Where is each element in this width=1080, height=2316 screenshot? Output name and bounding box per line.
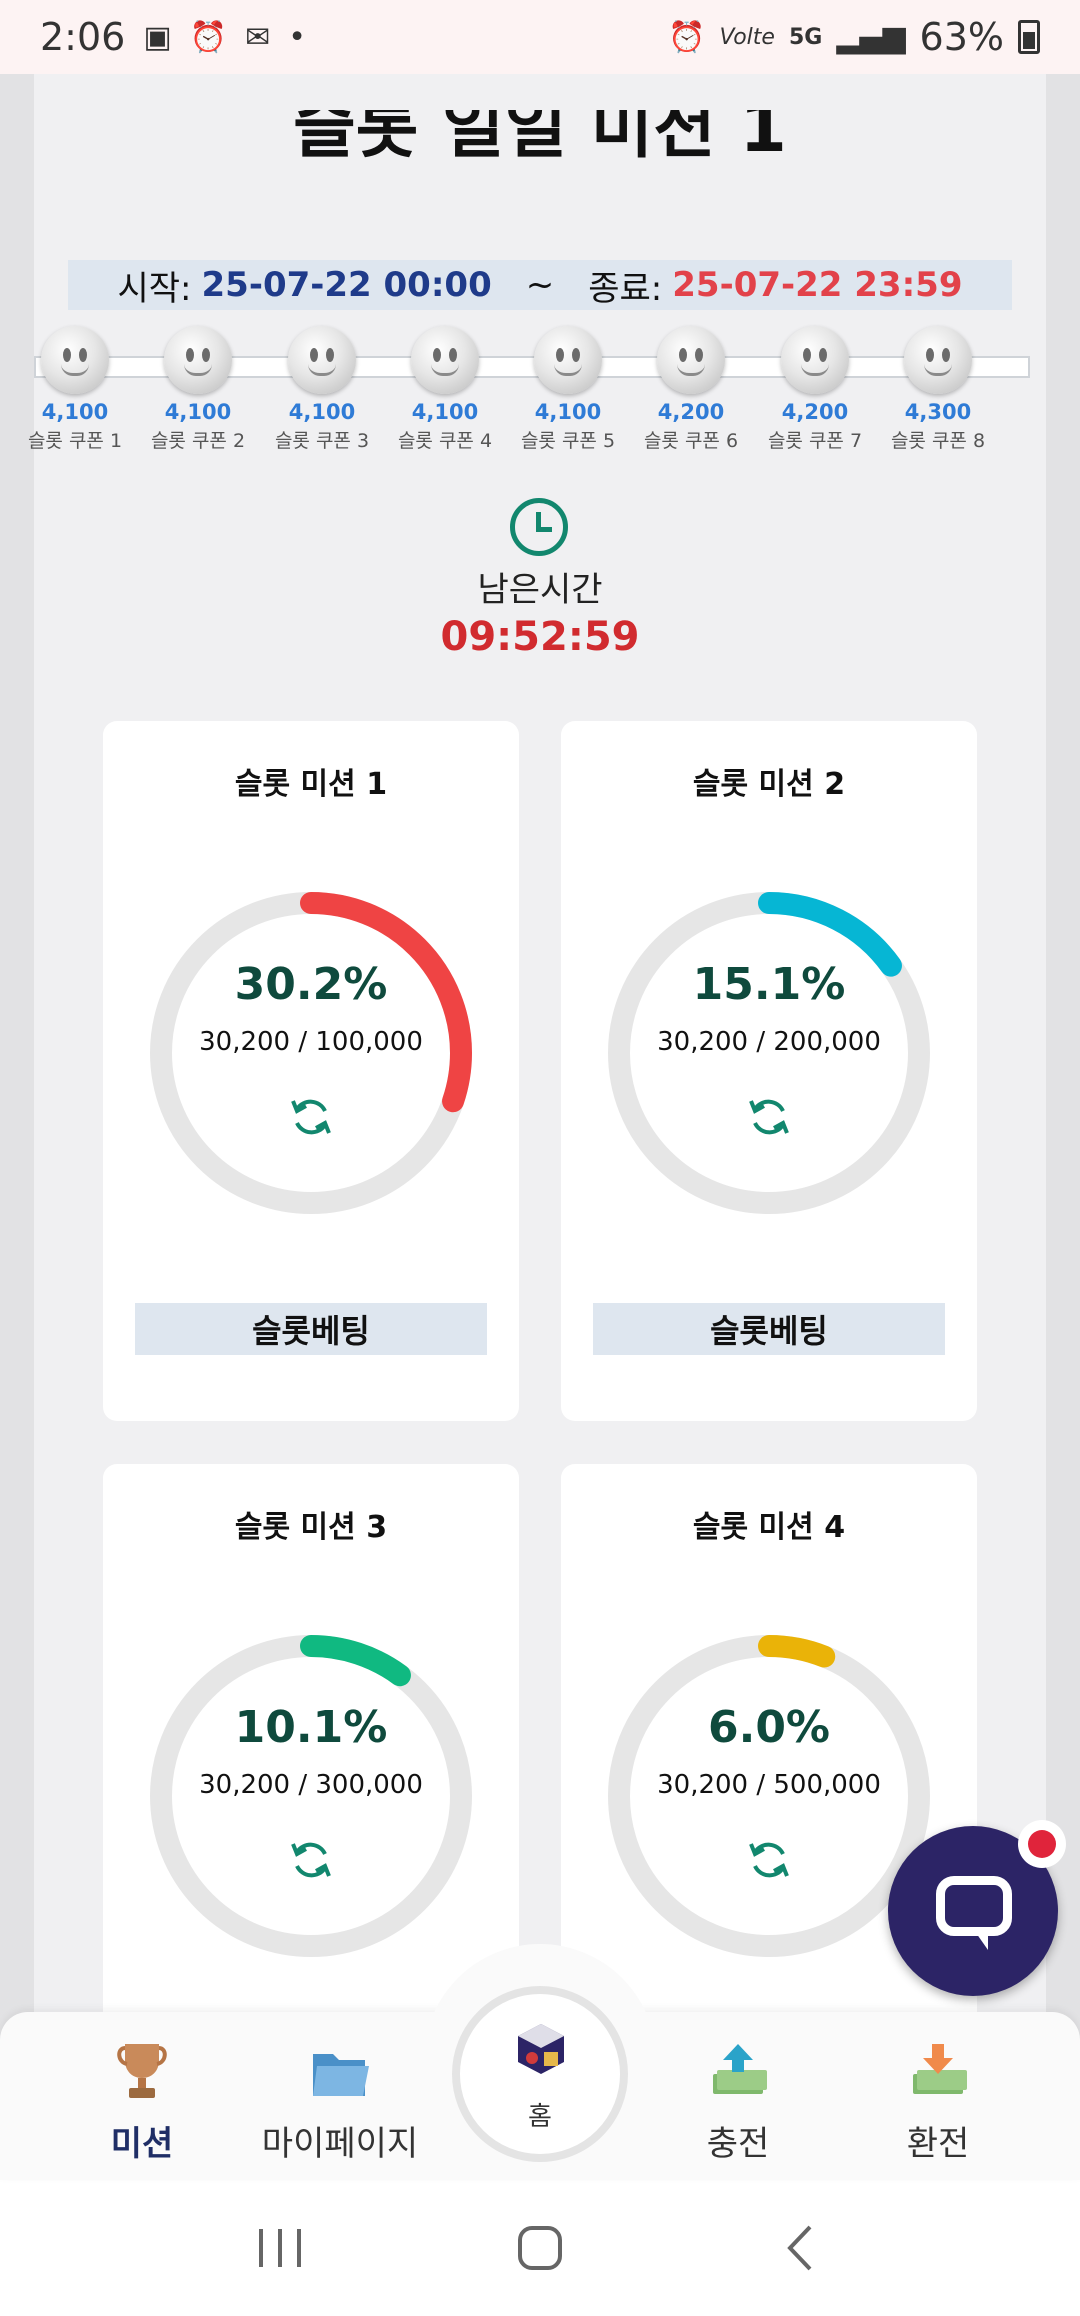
- coupon-amount: 4,200: [781, 400, 849, 424]
- progress-percent: 10.1%: [234, 1702, 388, 1753]
- start-label: 시작:: [117, 268, 192, 309]
- mission-title: 슬롯 미션 4: [692, 1510, 846, 1545]
- nav-home[interactable]: 홈: [424, 1944, 656, 2170]
- alarm-icon: ⏰: [668, 19, 706, 55]
- progress-ratio: 30,200 / 200,000: [657, 1027, 881, 1057]
- notification-icon: ✉: [245, 19, 271, 55]
- network-5g-icon: 5G: [788, 24, 823, 50]
- coupon-coin-icon: [657, 326, 725, 394]
- coupon-label: 슬롯 쿠폰 5: [520, 430, 616, 452]
- time-remaining-value: 09:52:59: [440, 614, 640, 660]
- coupon-amount: 4,100: [41, 400, 109, 424]
- coupon-amount: 4,100: [164, 400, 232, 424]
- coupon-amount: 4,200: [657, 400, 725, 424]
- coupon-coin-icon: [164, 326, 232, 394]
- coupon-label: 슬롯 쿠폰 6: [643, 430, 739, 452]
- time-remaining-label: 남은시간: [477, 570, 603, 610]
- folder-icon: [240, 2040, 440, 2102]
- coupon-label: 슬롯 쿠폰 4: [397, 430, 493, 452]
- coupon-item: 4,300 슬롯 쿠폰 8: [883, 326, 993, 453]
- end-label: 종료:: [588, 268, 663, 309]
- coupon-item: 4,200 슬롯 쿠폰 6: [636, 326, 746, 453]
- nav-exchange-label: 환전: [906, 2124, 970, 2164]
- coupon-coin-icon: [904, 326, 972, 394]
- coupon-label: 슬롯 쿠폰 1: [27, 430, 123, 452]
- coupon-item: 4,100 슬롯 쿠폰 5: [513, 326, 623, 453]
- coupon-label: 슬롯 쿠폰 3: [274, 430, 370, 452]
- mission-period: 시작: 25-07-22 00:00 ~ 종료: 25-07-22 23:59: [68, 260, 1012, 310]
- coupon-label: 슬롯 쿠폰 2: [150, 430, 246, 452]
- nav-charge-label: 충전: [706, 2124, 770, 2164]
- coupon-amount: 4,100: [411, 400, 479, 424]
- mission-card: 슬롯 미션 3 10.1% 30,200 / 300,000: [103, 1464, 519, 2064]
- end-value: 25-07-22 23:59: [672, 265, 963, 305]
- mission-card: 슬롯 미션 1 30.2% 30,200 / 100,000 슬롯베팅: [103, 721, 519, 1421]
- notification-badge: [1018, 1820, 1066, 1868]
- battery-icon: [1018, 20, 1040, 54]
- mission-title: 슬롯 미션 1: [234, 767, 388, 802]
- slot-bet-button[interactable]: 슬롯베팅: [135, 1303, 487, 1355]
- refresh-icon[interactable]: [745, 1836, 793, 1884]
- coupon-coin-icon: [288, 326, 356, 394]
- nav-home-label: 홈: [528, 2102, 552, 2132]
- alarm-icon: ⏰: [189, 19, 228, 55]
- period-separator: ~: [525, 265, 555, 305]
- nav-mission[interactable]: 미션: [42, 2040, 242, 2165]
- coupon-item: 4,200 슬롯 쿠폰 7: [760, 326, 870, 453]
- coupon-label: 슬롯 쿠폰 8: [890, 430, 986, 452]
- dot-icon: •: [288, 19, 306, 55]
- back-button[interactable]: [760, 2218, 840, 2278]
- start-value: 25-07-22 00:00: [201, 265, 492, 305]
- progress-percent: 30.2%: [234, 959, 388, 1010]
- chat-button[interactable]: [888, 1820, 1066, 1996]
- coupon-coin-icon: [781, 326, 849, 394]
- slot-bet-button[interactable]: 슬롯베팅: [593, 1303, 945, 1355]
- nav-mypage-label: 마이페이지: [261, 2124, 419, 2164]
- page-title: 슬롯 일일 미션 1: [293, 110, 787, 160]
- chat-icon: [936, 1876, 1012, 1936]
- home-button[interactable]: 홈: [452, 1986, 628, 2162]
- battery-percent: 63%: [919, 15, 1004, 59]
- trophy-icon: [42, 2040, 242, 2102]
- coupon-amount: 4,300: [904, 400, 972, 424]
- gallery-icon: ▣: [143, 19, 172, 55]
- nav-mission-label: 미션: [110, 2124, 174, 2164]
- coupon-item: 4,100 슬롯 쿠폰 3: [267, 326, 377, 453]
- coupon-coin-icon: [41, 326, 109, 394]
- casino-icon: [518, 2024, 564, 2074]
- progress-ratio: 30,200 / 100,000: [199, 1027, 423, 1057]
- clock-icon: [510, 498, 568, 556]
- coupon-item: 4,100 슬롯 쿠폰 4: [390, 326, 500, 453]
- progress-percent: 6.0%: [707, 1702, 831, 1753]
- mission-title: 슬롯 미션 2: [692, 767, 846, 802]
- refresh-icon[interactable]: [745, 1093, 793, 1141]
- coupon-amount: 4,100: [534, 400, 602, 424]
- withdraw-icon: [838, 2040, 1038, 2102]
- nav-charge[interactable]: 충전: [638, 2040, 838, 2165]
- home-system-button[interactable]: [500, 2218, 580, 2278]
- mission-card: 슬롯 미션 4 6.0% 30,200 / 500,000: [561, 1464, 977, 2064]
- coupon-item: 4,100 슬롯 쿠폰 2: [143, 326, 253, 453]
- volte-icon: Volte: [719, 24, 775, 50]
- nav-mypage[interactable]: 마이페이지: [240, 2040, 440, 2165]
- coupon-label: 슬롯 쿠폰 7: [767, 430, 863, 452]
- system-nav-bar: [0, 2180, 1080, 2316]
- recent-apps-button[interactable]: [240, 2218, 320, 2278]
- progress-percent: 15.1%: [692, 959, 846, 1010]
- refresh-icon[interactable]: [287, 1836, 335, 1884]
- progress-ratio: 30,200 / 300,000: [199, 1770, 423, 1800]
- refresh-icon[interactable]: [287, 1093, 335, 1141]
- status-time: 2:06: [40, 15, 126, 59]
- signal-icon: ▂▄▆: [836, 19, 906, 55]
- deposit-icon: [638, 2040, 838, 2102]
- coupon-item: 4,100 슬롯 쿠폰 1: [20, 326, 130, 453]
- mission-card: 슬롯 미션 2 15.1% 30,200 / 200,000 슬롯베팅: [561, 721, 977, 1421]
- progress-ratio: 30,200 / 500,000: [657, 1770, 881, 1800]
- coupon-coin-icon: [534, 326, 602, 394]
- mission-title: 슬롯 미션 3: [234, 1510, 388, 1545]
- nav-exchange[interactable]: 환전: [838, 2040, 1038, 2165]
- status-bar: 2:06 ▣ ⏰ ✉ • ⏰ Volte 5G ▂▄▆ 63%: [0, 0, 1080, 74]
- coupon-amount: 4,100: [288, 400, 356, 424]
- coupon-coin-icon: [411, 326, 479, 394]
